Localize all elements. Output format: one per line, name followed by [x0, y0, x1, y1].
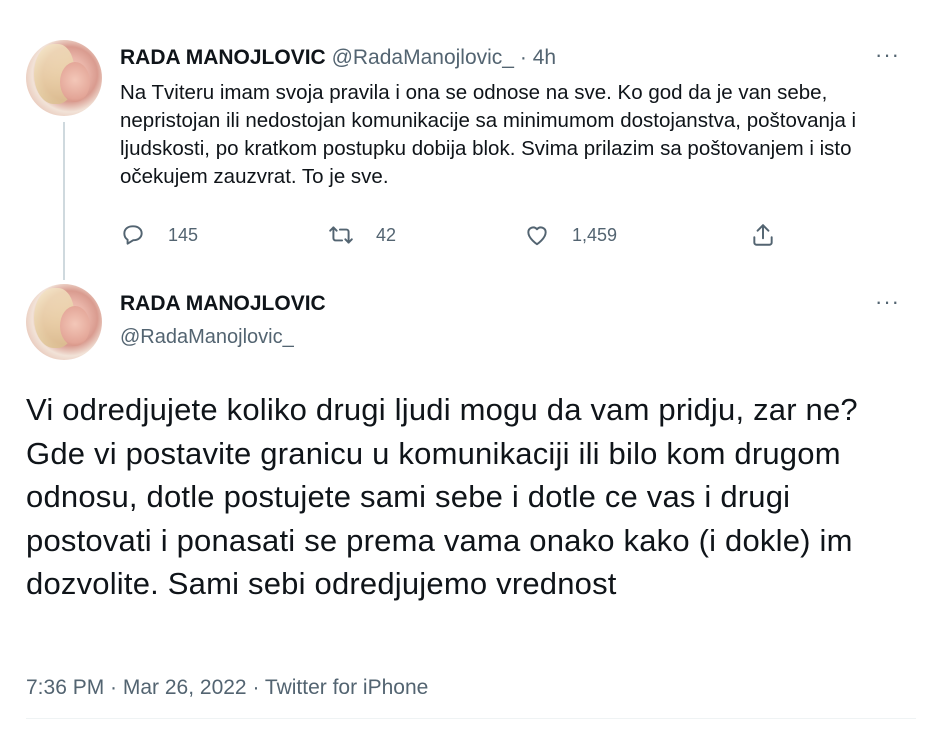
share-button[interactable] [750, 222, 776, 248]
reply-icon [123, 225, 143, 245]
author-name[interactable]: RADA MANOJLOVIC [120, 46, 326, 69]
like-count: 1,459 [572, 224, 618, 245]
author-handle[interactable]: @RadaManojlovic_ [332, 46, 514, 69]
main-tweet-text: Vi odredjujete koliko drugi ljudi mogu d… [26, 392, 858, 601]
divider [26, 718, 916, 719]
separator-dot: · [519, 46, 527, 69]
tweet-text: Na Tviteru imam svoja pravila i ona se o… [120, 81, 857, 188]
retweet-count: 42 [376, 224, 397, 245]
thread-connector-line [63, 122, 65, 280]
retweet-button[interactable]: 42 [328, 222, 396, 248]
author-name[interactable]: RADA MANOJLOVIC [120, 292, 326, 316]
tweet-parent[interactable]: RADA MANOJLOVIC @RadaManojlovic_ · 4h ··… [0, 0, 940, 280]
author-handle[interactable]: @RadaManojlovic_ [120, 326, 294, 349]
heart-icon [527, 226, 547, 246]
retweet-icon [329, 226, 353, 244]
tweet-actions-bar: 145 42 1,459 [120, 222, 820, 252]
avatar[interactable] [26, 284, 102, 360]
more-options-button[interactable]: ··· [875, 44, 900, 66]
more-options-button[interactable]: ··· [875, 291, 900, 313]
tweet-header: RADA MANOJLOVIC @RadaManojlovic_ · 4h [120, 46, 556, 70]
tweet-timestamp[interactable]: 4h [533, 46, 556, 69]
reply-button[interactable]: 145 [120, 222, 198, 248]
avatar[interactable] [26, 40, 102, 116]
share-icon [753, 224, 773, 246]
tweet-meta-info[interactable]: 7:36 PM · Mar 26, 2022 · Twitter for iPh… [26, 676, 428, 700]
reply-count: 145 [168, 224, 199, 245]
like-button[interactable]: 1,459 [524, 222, 617, 248]
